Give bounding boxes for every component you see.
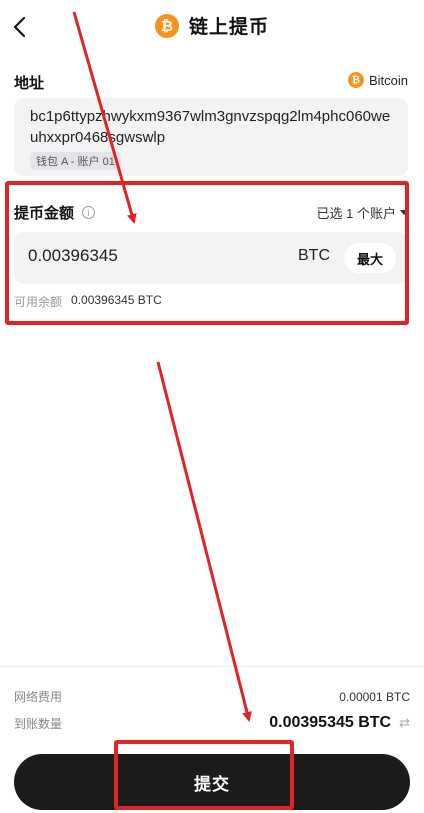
received-row: 到账数量 0.00395345 BTC ⇄ [14,714,410,732]
swap-icon[interactable]: ⇄ [399,716,410,731]
received-label: 到账数量 [14,716,63,731]
received-amount: 0.00395345 BTC ⇄ [269,714,410,732]
fee-row: 网络费用 0.00001 BTC [14,688,410,705]
annotation-highlight-submit [114,740,294,810]
received-value: 0.00395345 BTC [269,714,392,731]
bitcoin-icon: ₿ [154,13,179,38]
bitcoin-small-icon: ₿ [347,72,364,88]
wallet-tag: 钱包 A - 账户 01 [30,152,121,170]
annotation-highlight-amount [5,181,409,325]
divider [0,666,424,667]
address-label: 地址 [14,75,45,92]
coin-network-tag[interactable]: ₿ Bitcoin [347,72,408,88]
address-field[interactable]: bc1p6ttyp​zhwykxm9367wlm3gnvzspqg2lm4phc… [14,98,408,176]
fee-label: 网络费用 [14,690,63,704]
page-title: 链上提币 [188,17,269,38]
address-value: bc1p6ttyp​zhwykxm9367wlm3gnvzspqg2lm4phc… [30,108,391,146]
coin-name: Bitcoin [368,72,408,88]
fee-value: 0.00001 BTC [339,689,410,704]
title-group: ₿ 链上提币 [0,12,424,39]
header-bar: ₿ 链上提币 [0,0,424,54]
